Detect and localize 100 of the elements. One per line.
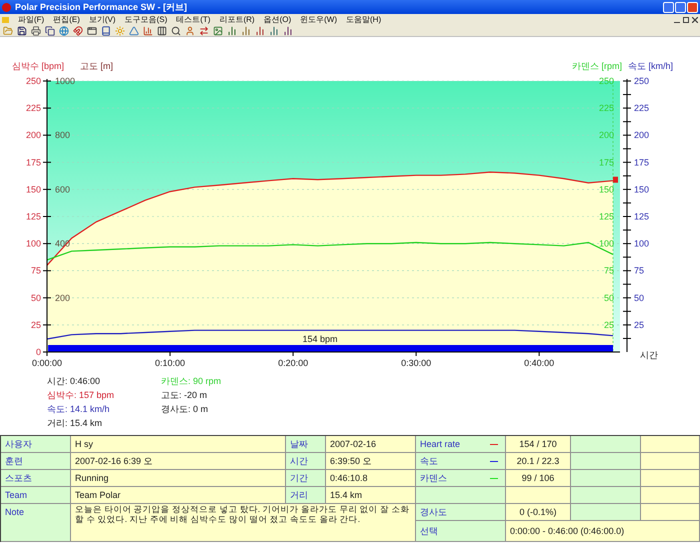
tick-label: 225 [26,103,41,114]
bar-chart-icon[interactable] [241,26,251,36]
reading: 경사도: 0 m [161,403,210,416]
bar-chart-icon[interactable] [255,26,265,36]
field-label: 시간 [286,453,326,470]
reading: 고도: -20 m [161,389,208,402]
user-icon[interactable] [185,26,195,36]
menu-item[interactable]: 편집(E) [53,16,80,24]
field-value: 2007-02-16 [326,436,416,453]
menu-item[interactable]: 보기(V) [88,16,116,24]
reading: 거리: 15.4 km [47,417,104,430]
band-label: 154 bpm [302,334,338,344]
arrows-icon[interactable] [199,26,209,36]
bar-chart-icon[interactable] [227,26,237,36]
copy-icon[interactable] [45,26,55,36]
magnet-icon[interactable] [73,26,83,36]
tick-label: 250 [26,76,41,86]
menu-item[interactable]: 도구모음(S) [124,16,168,24]
window-icon[interactable] [87,26,97,36]
image-icon[interactable] [213,26,223,36]
note-text: 오늘은 타이어 공기압을 정상적으로 넣고 탔다. 기어비가 올라가도 무리 없이 잘 소화 할 수 있었다. 지난 주에 비해 심박수도 많이 떨어 졌고 속도도 올라 간다. [71,504,416,542]
close-button[interactable] [687,2,698,12]
menu-item[interactable]: 리포트(R) [219,16,255,24]
field-value: 2007-02-16 6:39 오 [71,453,286,470]
tick-label: 0:00:00 [32,358,62,368]
end-marker [613,176,618,183]
reading: 속도: 14.1 km/h [47,403,111,416]
minimize-button[interactable] [663,2,674,12]
metric-value: 154 / 170 [506,436,571,453]
tick-label: 250 [634,76,650,86]
field-value: H sy [71,436,286,453]
menu-item[interactable]: 테스트(T) [176,16,210,24]
field-label: 훈련 [1,453,71,470]
save-icon[interactable] [17,26,27,36]
bar-chart-icon[interactable] [283,26,293,36]
restore-icon[interactable] [683,16,689,22]
metric-label: Heart rate [416,436,506,453]
field-label: 스포츠 [1,470,71,487]
tick-label: 100 [26,238,41,249]
document-icon [2,16,9,22]
tick-label: 175 [634,157,650,168]
metric-label: 카덴스 [416,470,506,487]
axis-title: 심박수 [bpm] [12,61,64,71]
tick-label: 50 [634,292,644,303]
tick-label: 175 [598,157,614,168]
field-label: 선택 [416,521,506,542]
app-icon [2,2,11,12]
metric-label: 속도 [416,453,506,470]
menu-item[interactable]: 파일(F) [18,16,44,24]
tick-label: 600 [55,184,70,194]
printer-icon[interactable] [31,26,41,36]
tick-label: 50 [604,292,614,303]
tick-label: 100 [598,238,614,249]
metric-value: 99 / 106 [506,470,571,487]
tick-label: 0:40:00 [524,358,554,368]
globe-icon[interactable] [59,26,69,36]
triangle-icon[interactable] [129,26,139,36]
axis-title: 카덴스 [rpm] [572,61,622,71]
field-value: 0 (-0.1%) [506,504,571,521]
tick-label: 200 [26,130,41,140]
tick-label: 75 [604,266,614,276]
menu-item[interactable]: 도움말(H) [346,16,382,24]
tick-label: 125 [598,212,614,222]
tick-label: 25 [634,320,644,330]
menu-item[interactable]: 윈도우(W) [300,16,338,24]
bar-chart-icon[interactable] [269,26,279,36]
field-label: Team [1,487,71,504]
reading: 심박수: 157 bpm [47,389,116,402]
tick-label: 225 [598,103,614,114]
field-label: 거리 [286,487,326,504]
search-icon[interactable] [171,26,181,36]
columns-icon[interactable] [157,26,167,36]
reading: 시간: 0:46:00 [47,375,102,388]
tick-label: 800 [55,130,70,140]
field-label: Note [1,504,71,542]
tick-label: 75 [30,266,41,276]
field-value: Team Polar [71,487,286,504]
field-label: 날짜 [286,436,326,453]
window-title: Polar Precision Performance SW - [커브] [15,2,188,12]
field-value: 6:39:50 오 [326,453,416,470]
restore-button[interactable] [675,2,686,12]
field-label: 기간 [286,470,326,487]
close-icon[interactable] [692,16,698,22]
reading: 카덴스: 90 rpm [161,375,222,388]
tick-label: 0:30:00 [401,358,432,368]
menu-item[interactable]: 옵션(O) [264,16,292,24]
field-value: 15.4 km [326,487,416,504]
tick-label: 0:10:00 [155,358,186,368]
field-value: Running [71,470,286,487]
book-icon[interactable] [101,26,111,36]
tick-label: 75 [634,266,644,276]
tick-label: 125 [634,212,650,222]
metric-value: 20.1 / 22.3 [506,453,571,470]
tick-label: 25 [30,320,41,330]
field-label: 경사도 [416,504,506,521]
tick-label: 125 [26,212,41,222]
tick-label: 200 [634,130,650,140]
bar-chart-icon[interactable] [143,26,153,36]
field-value: 0:00:00 - 0:46:00 (0:46:00.0) [506,521,700,542]
tick-label: 225 [634,103,650,114]
